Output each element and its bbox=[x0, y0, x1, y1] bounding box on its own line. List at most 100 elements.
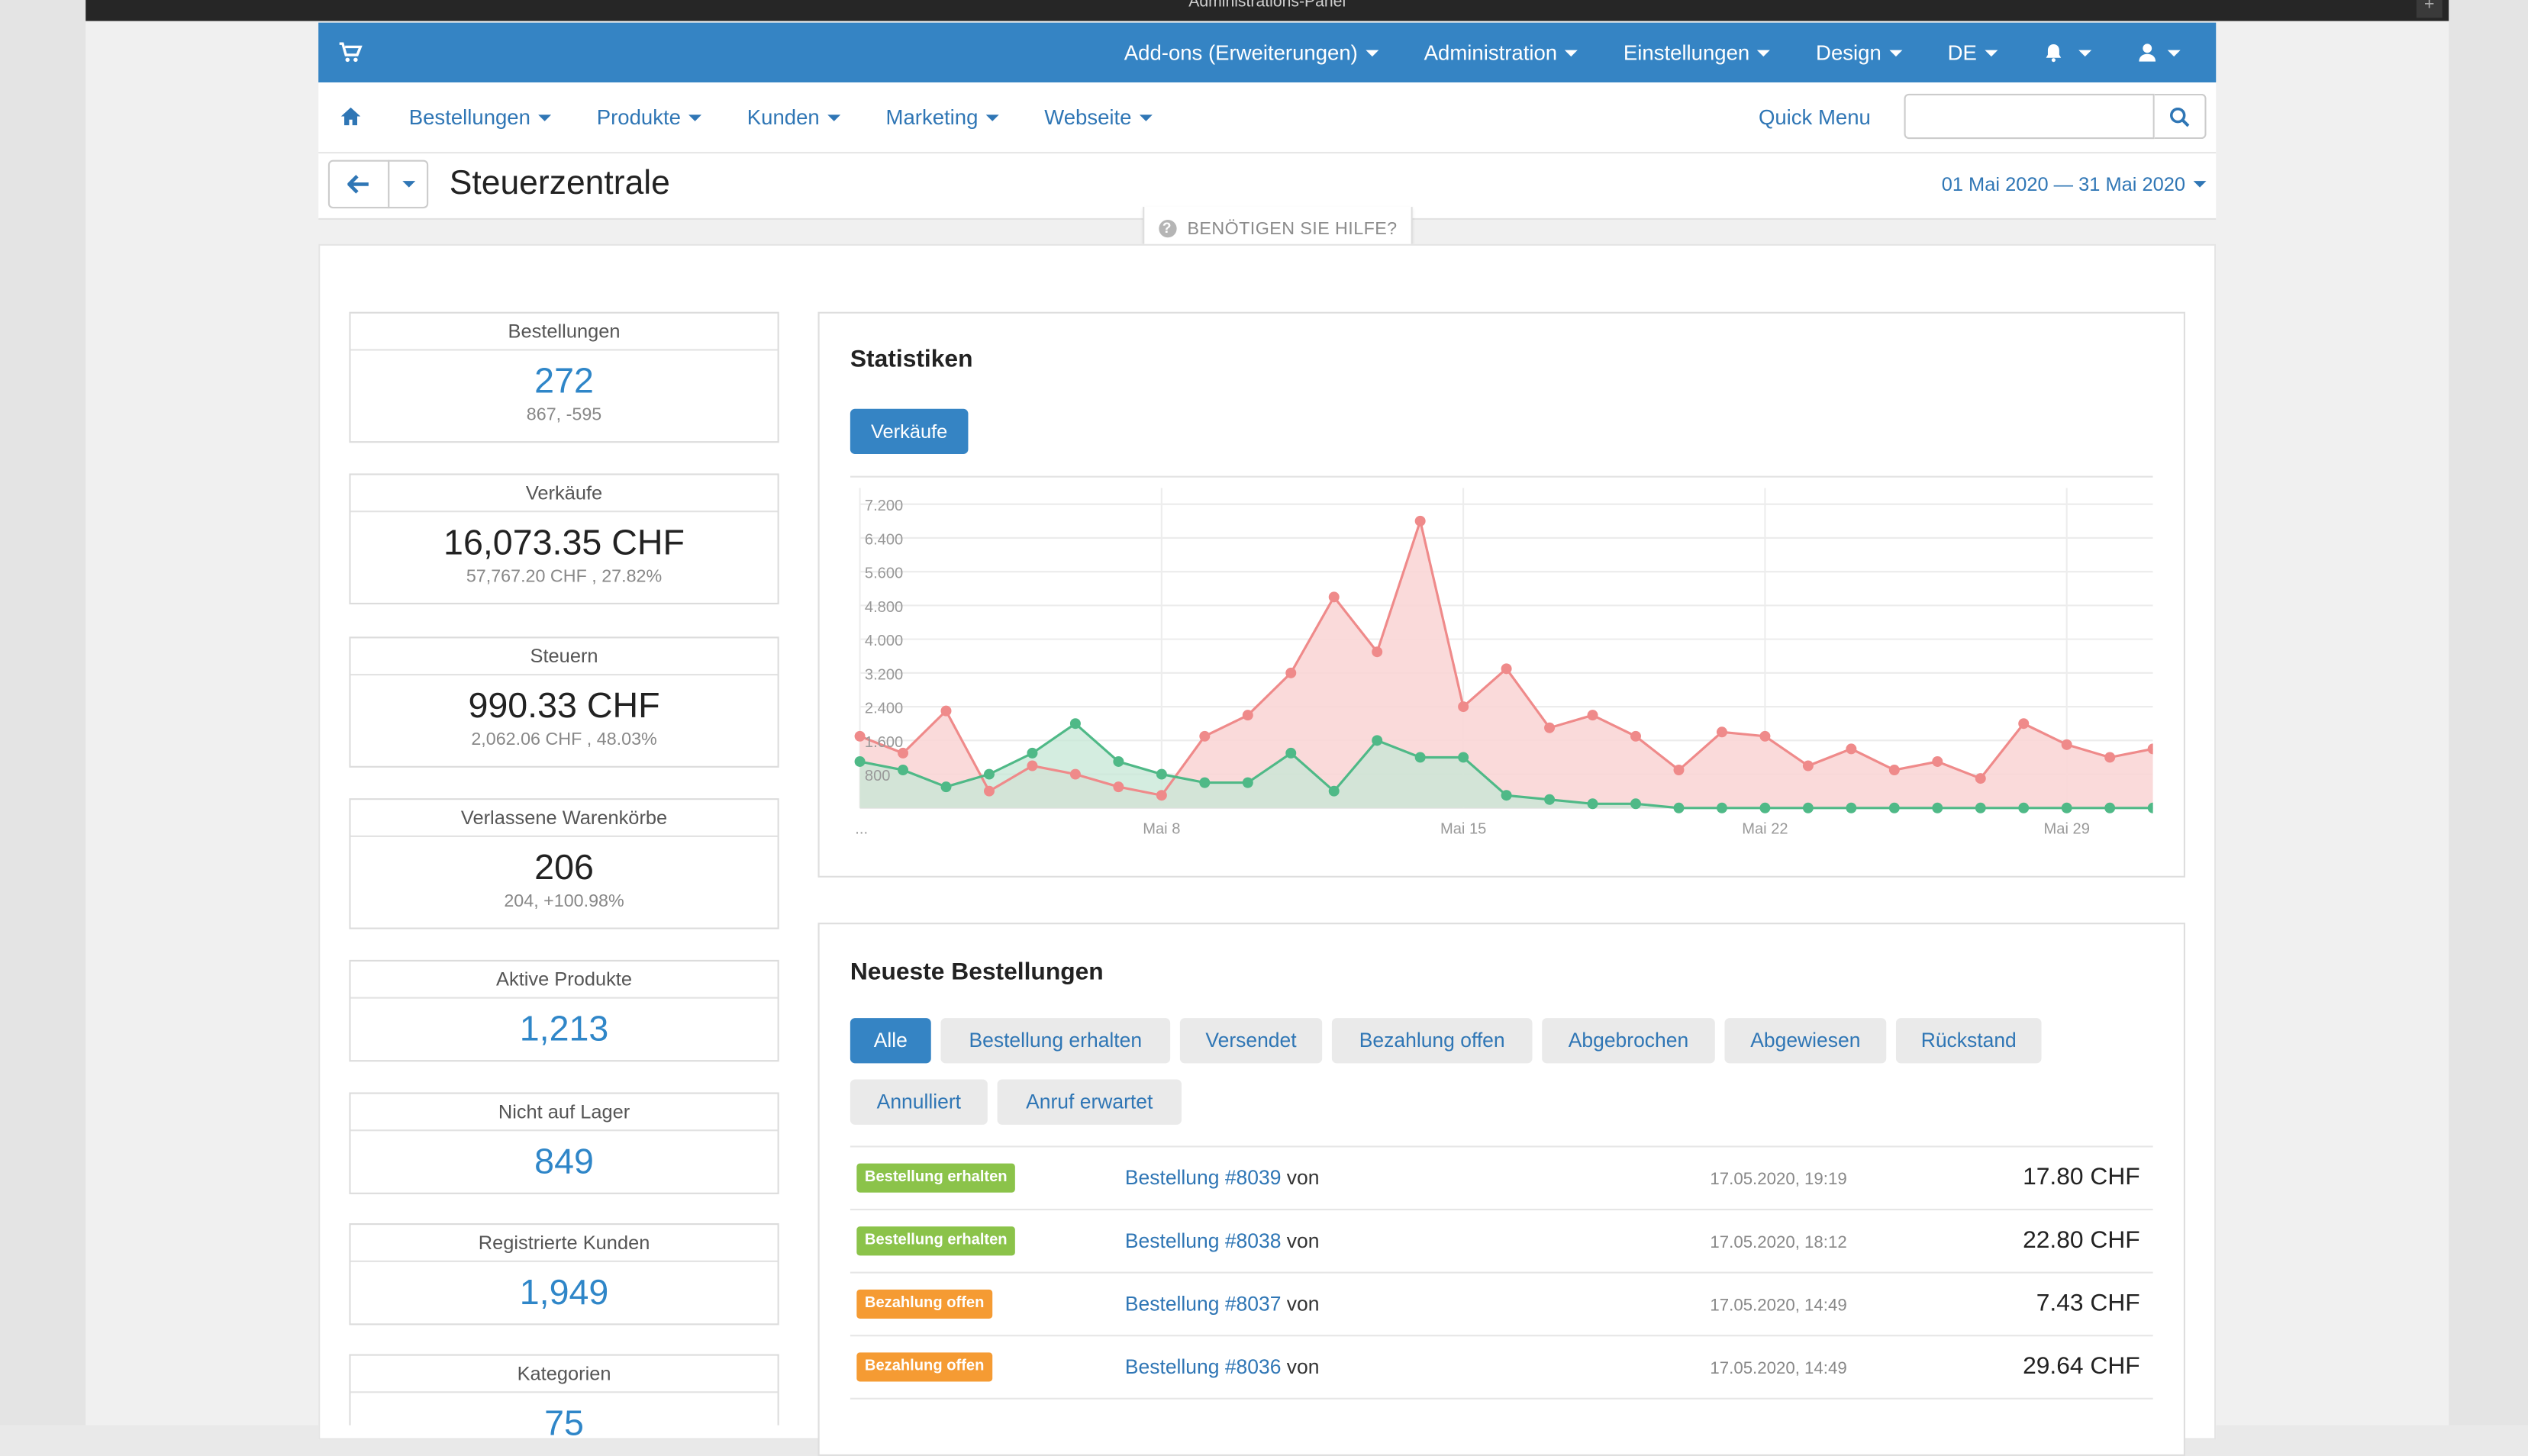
data-point bbox=[1716, 726, 1727, 738]
order-date: 17.05.2020, 14:49 bbox=[1710, 1296, 1847, 1316]
data-point bbox=[1846, 802, 1857, 813]
stat-nicht-auf-lager[interactable]: Nicht auf Lager 849 bbox=[349, 1092, 779, 1194]
order-link[interactable]: Bestellung #8036 von bbox=[1125, 1356, 1320, 1379]
stat-verlassene-warenkoerbe[interactable]: Verlassene Warenkörbe 206 204, +100.98% bbox=[349, 798, 779, 929]
filter-bestellung-erhalten[interactable]: Bestellung erhalten bbox=[940, 1018, 1171, 1064]
cart-icon[interactable] bbox=[338, 39, 364, 65]
order-row: Bestellung erhalten Bestellung #8039 von… bbox=[850, 1145, 2153, 1209]
search-button[interactable] bbox=[2154, 93, 2207, 140]
data-point bbox=[940, 781, 952, 793]
chevron-down-icon bbox=[1565, 49, 1578, 56]
stat-value: 1,949 bbox=[519, 1271, 609, 1313]
menu-design[interactable]: Design bbox=[1793, 40, 1925, 65]
chart-y-ticks: 800 1.600 2.400 3.200 4.000 4.800 5.600 6.400 7.… bbox=[865, 498, 903, 784]
order-date: 17.05.2020, 19:19 bbox=[1710, 1170, 1847, 1190]
nav-kunden[interactable]: Kunden bbox=[724, 105, 863, 129]
data-point bbox=[1932, 755, 1943, 767]
data-point bbox=[1587, 798, 1598, 810]
data-point bbox=[1372, 646, 1383, 658]
y-tick-label: 1.600 bbox=[865, 734, 903, 751]
data-point bbox=[2018, 718, 2030, 730]
history-dropdown-button[interactable] bbox=[388, 159, 429, 209]
x-tick-label: Mai 8 bbox=[1143, 821, 1180, 838]
nav-produkte[interactable]: Produkte bbox=[574, 105, 724, 129]
filter-abgebrochen[interactable]: Abgebrochen bbox=[1542, 1018, 1715, 1064]
filter-annulliert[interactable]: Annulliert bbox=[850, 1079, 988, 1125]
filter-rueckstand[interactable]: Rückstand bbox=[1895, 1018, 2042, 1064]
data-point bbox=[940, 705, 952, 717]
stat-sub: 204, +100.98% bbox=[504, 891, 624, 912]
menu-einstellungen[interactable]: Einstellungen bbox=[1601, 40, 1793, 65]
user-icon bbox=[2139, 43, 2156, 62]
date-range-picker[interactable]: 01 Mai 2020 — 31 Mai 2020 bbox=[1942, 173, 2207, 195]
order-link[interactable]: Bestellung #8037 von bbox=[1125, 1293, 1320, 1316]
data-point bbox=[1372, 735, 1383, 746]
data-point bbox=[1759, 730, 1771, 742]
stat-label: Bestellungen bbox=[350, 314, 778, 351]
data-point bbox=[1544, 722, 1556, 733]
quick-menu-link[interactable]: Quick Menu bbox=[1759, 105, 1871, 130]
search-input[interactable] bbox=[1904, 93, 2155, 140]
stat-verkaeufe[interactable]: Verkäufe 16,073.35 CHF 57,767.20 CHF , 2… bbox=[349, 473, 779, 604]
tab-verkaeufe[interactable]: Verkäufe bbox=[850, 408, 969, 455]
order-row: Bezahlung offen Bestellung #8036 von 17.… bbox=[850, 1335, 2153, 1398]
stat-steuern[interactable]: Steuern 990.33 CHF 2,062.06 CHF , 48.03% bbox=[349, 636, 779, 768]
page-title: Steuerzentrale bbox=[449, 164, 670, 202]
stat-aktive-produkte[interactable]: Aktive Produkte 1,213 bbox=[349, 959, 779, 1062]
order-date: 17.05.2020, 14:49 bbox=[1710, 1358, 1847, 1379]
stat-label: Registrierte Kunden bbox=[350, 1225, 778, 1262]
data-point bbox=[2104, 802, 2116, 813]
menu-administration[interactable]: Administration bbox=[1401, 40, 1601, 65]
filter-bezahlung-offen[interactable]: Bezahlung offen bbox=[1331, 1018, 1533, 1064]
back-button[interactable] bbox=[327, 159, 390, 209]
new-tab-button[interactable]: + bbox=[2416, 0, 2443, 18]
window-left-margin bbox=[0, 0, 86, 1425]
y-tick-label: 7.200 bbox=[865, 498, 903, 514]
order-amount: 29.64 CHF bbox=[2023, 1352, 2140, 1380]
nav-marketing[interactable]: Marketing bbox=[863, 105, 1022, 129]
filter-alle[interactable]: Alle bbox=[850, 1018, 931, 1064]
filter-anruf-erwartet[interactable]: Anruf erwartet bbox=[997, 1079, 1182, 1125]
stat-value: 75 bbox=[544, 1403, 584, 1444]
stat-label: Nicht auf Lager bbox=[350, 1094, 778, 1132]
y-tick-label: 4.000 bbox=[865, 633, 903, 649]
menu-addons[interactable]: Add-ons (Erweiterungen) bbox=[1101, 40, 1401, 65]
chevron-down-icon bbox=[2167, 49, 2181, 56]
data-point bbox=[1716, 802, 1727, 813]
order-link[interactable]: Bestellung #8039 von bbox=[1125, 1167, 1320, 1190]
chevron-down-icon bbox=[1889, 49, 1903, 56]
top-navbar: Add-ons (Erweiterungen) Administration E… bbox=[318, 22, 2217, 82]
menu-notifications[interactable] bbox=[2020, 42, 2114, 63]
stat-kategorien[interactable]: Kategorien 75 bbox=[349, 1354, 779, 1443]
data-point bbox=[1414, 752, 1426, 763]
status-badge: Bestellung erhalten bbox=[856, 1226, 1016, 1256]
stat-label: Verkäufe bbox=[350, 475, 778, 513]
data-point bbox=[1328, 785, 1340, 797]
data-point bbox=[1932, 802, 1943, 813]
chevron-down-icon bbox=[2078, 49, 2092, 56]
status-badge: Bezahlung offen bbox=[856, 1352, 992, 1382]
stat-label: Kategorien bbox=[350, 1356, 778, 1393]
data-point bbox=[1846, 743, 1857, 755]
bell-icon bbox=[2046, 44, 2062, 63]
window-titlebar: Administrations-Panel + bbox=[85, 0, 2449, 21]
chevron-down-icon bbox=[827, 114, 841, 121]
filter-abgewiesen[interactable]: Abgewiesen bbox=[1724, 1018, 1887, 1064]
sales-chart: 800 1.600 2.400 3.200 4.000 4.800 5.600 6.400 7.… bbox=[850, 475, 2153, 838]
order-link[interactable]: Bestellung #8038 von bbox=[1125, 1229, 1320, 1252]
nav-webseite[interactable]: Webseite bbox=[1022, 105, 1175, 129]
recent-orders-title: Neueste Bestellungen bbox=[850, 958, 1104, 986]
filter-versendet[interactable]: Versendet bbox=[1179, 1018, 1323, 1064]
home-icon[interactable] bbox=[340, 105, 363, 128]
menu-user[interactable] bbox=[2114, 42, 2216, 63]
data-point bbox=[1802, 802, 1814, 813]
data-point bbox=[854, 755, 866, 767]
nav-bestellungen[interactable]: Bestellungen bbox=[386, 105, 574, 129]
chevron-down-icon bbox=[688, 114, 702, 121]
stat-bestellungen[interactable]: Bestellungen 272 867, -595 bbox=[349, 311, 779, 443]
data-point bbox=[1199, 730, 1211, 742]
main-menu: Bestellungen Produkte Kunden Marketing W… bbox=[386, 82, 1175, 152]
menu-language[interactable]: DE bbox=[1925, 40, 2020, 65]
stat-registrierte-kunden[interactable]: Registrierte Kunden 1,949 bbox=[349, 1223, 779, 1326]
data-point bbox=[1156, 768, 1167, 780]
